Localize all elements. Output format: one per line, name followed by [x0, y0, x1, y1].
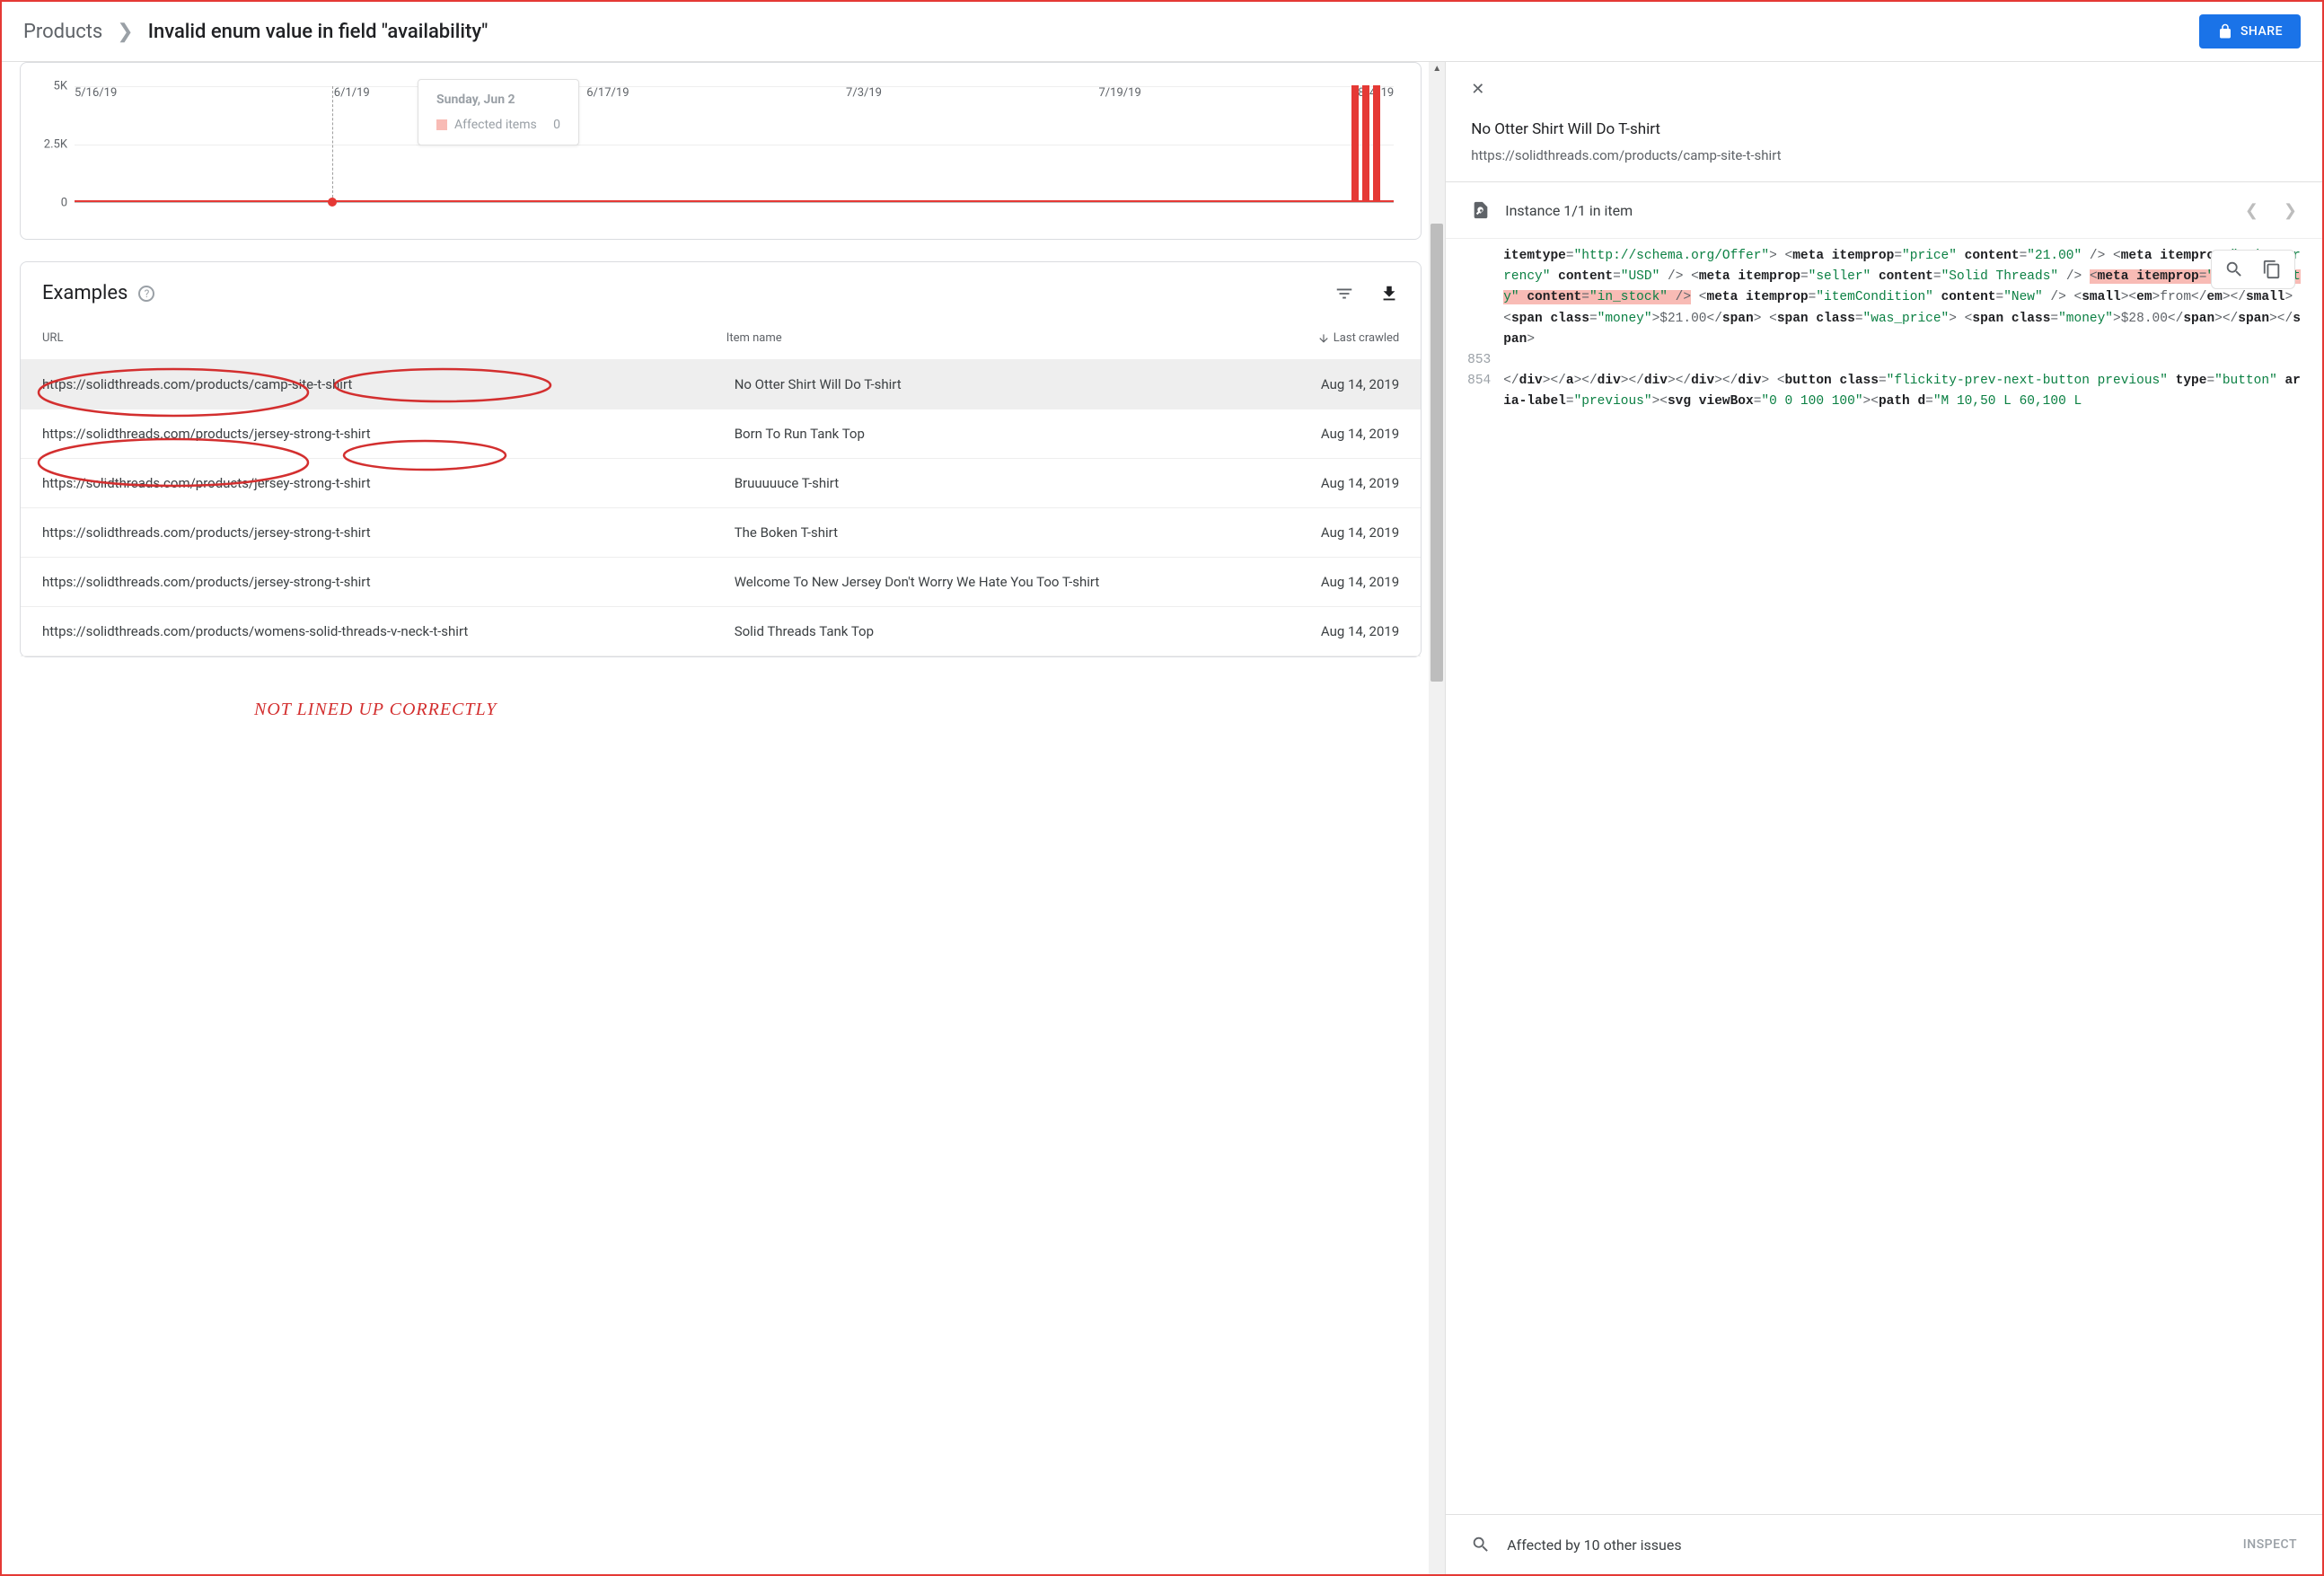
ytick: 0 — [61, 197, 67, 210]
table-row[interactable]: https://solidthreads.com/products/jersey… — [21, 508, 1421, 558]
tooltip-series: Affected items — [454, 118, 537, 132]
tooltip-date: Sunday, Jun 2 — [436, 92, 560, 107]
lock-icon — [2217, 23, 2233, 40]
table-row[interactable]: https://solidthreads.com/products/jersey… — [21, 558, 1421, 607]
detail-url: https://solidthreads.com/products/camp-s… — [1471, 147, 2297, 163]
breadcrumb: Products ❯ Invalid enum value in field "… — [23, 21, 488, 43]
row-item: Solid Threads Tank Top — [735, 623, 1274, 639]
col-item[interactable]: Item name — [726, 331, 1273, 345]
scroll-thumb[interactable] — [1430, 224, 1443, 682]
row-url: https://solidthreads.com/products/jersey… — [42, 475, 735, 491]
legend-swatch — [436, 119, 447, 130]
filter-icon[interactable] — [1334, 284, 1354, 304]
line-number: 853 — [1453, 350, 1503, 371]
row-url: https://solidthreads.com/products/jersey… — [42, 524, 735, 541]
handwritten-annotation: NOT LINED UP CORRECTLY — [254, 700, 497, 720]
header: Products ❯ Invalid enum value in field "… — [2, 2, 2322, 62]
inspect-button[interactable]: INSPECT — [2243, 1537, 2297, 1552]
arrow-down-icon — [1317, 332, 1330, 345]
search-icon[interactable] — [1471, 1535, 1491, 1554]
document-search-icon — [1471, 198, 1491, 222]
table-row[interactable]: https://solidthreads.com/products/jersey… — [21, 409, 1421, 459]
table-row[interactable]: https://solidthreads.com/products/camp-s… — [21, 360, 1421, 409]
examples-title: Examples — [42, 282, 128, 304]
ytick: 5K — [54, 80, 67, 93]
row-date: Aug 14, 2019 — [1273, 524, 1399, 541]
row-item: Bruuuuuce T-shirt — [735, 475, 1274, 491]
row-url: https://solidthreads.com/products/jersey… — [42, 574, 735, 590]
search-icon[interactable] — [2224, 260, 2244, 279]
chart-tooltip: Sunday, Jun 2 Affected items 0 — [418, 79, 579, 145]
table-row[interactable]: https://solidthreads.com/products/womens… — [21, 607, 1421, 656]
row-date: Aug 14, 2019 — [1273, 623, 1399, 639]
chevron-right-icon: ❯ — [117, 21, 133, 43]
copy-icon[interactable] — [2262, 260, 2282, 279]
col-date[interactable]: Last crawled — [1273, 331, 1399, 345]
scroll-up-icon[interactable]: ▲ — [1432, 64, 1441, 74]
breadcrumb-current: Invalid enum value in field "availabilit… — [148, 21, 489, 43]
affected-label[interactable]: Affected by 10 other issues — [1507, 1536, 1681, 1554]
detail-panel: ✕ No Otter Shirt Will Do T-shirt https:/… — [1445, 62, 2322, 1574]
table-header: URL Item name Last crawled — [21, 317, 1421, 360]
scrollbar[interactable]: ▲ — [1429, 62, 1445, 1574]
share-label: SHARE — [2240, 24, 2283, 39]
detail-title: No Otter Shirt Will Do T-shirt — [1471, 120, 2297, 138]
row-date: Aug 14, 2019 — [1273, 426, 1399, 442]
line-number: 854 — [1453, 371, 1503, 412]
row-item: Welcome To New Jersey Don't Worry We Hat… — [735, 574, 1274, 590]
download-icon[interactable] — [1379, 284, 1399, 304]
breadcrumb-root[interactable]: Products — [23, 21, 102, 43]
chevron-right-icon[interactable]: ❯ — [2284, 201, 2297, 220]
row-item: Born To Run Tank Top — [735, 426, 1274, 442]
table-row[interactable]: https://solidthreads.com/products/jersey… — [21, 459, 1421, 508]
left-panel: 5K 2.5K 0 Sunday, Jun 2 — [2, 62, 1429, 1574]
chevron-left-icon[interactable]: ❮ — [2245, 201, 2258, 220]
row-url: https://solidthreads.com/products/womens… — [42, 623, 735, 639]
ytick: 2.5K — [44, 138, 67, 152]
chart-plot[interactable]: Sunday, Jun 2 Affected items 0 — [75, 86, 1394, 203]
row-item: No Otter Shirt Will Do T-shirt — [735, 376, 1274, 392]
row-date: Aug 14, 2019 — [1273, 376, 1399, 392]
row-date: Aug 14, 2019 — [1273, 475, 1399, 491]
close-icon[interactable]: ✕ — [1471, 80, 2297, 99]
row-url: https://solidthreads.com/products/jersey… — [42, 426, 735, 442]
chart-card: 5K 2.5K 0 Sunday, Jun 2 — [20, 62, 1422, 240]
tooltip-value: 0 — [553, 118, 560, 132]
col-url[interactable]: URL — [42, 331, 726, 345]
instance-label: Instance 1/1 in item — [1505, 202, 1633, 219]
code-pane[interactable]: itemtype="http://schema.org/Offer"> <met… — [1446, 239, 2322, 1514]
row-item: The Boken T-shirt — [735, 524, 1274, 541]
row-url: https://solidthreads.com/products/camp-s… — [42, 376, 735, 392]
share-button[interactable]: SHARE — [2199, 14, 2301, 48]
help-icon[interactable]: ? — [138, 286, 154, 302]
examples-card: Examples ? URL Item name Last crawled ht… — [20, 261, 1422, 657]
row-date: Aug 14, 2019 — [1273, 574, 1399, 590]
